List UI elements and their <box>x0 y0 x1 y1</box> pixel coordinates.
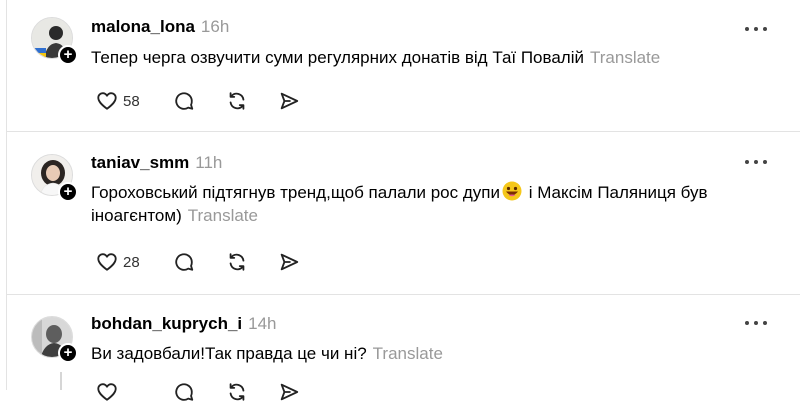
like-button[interactable]: 28 <box>96 250 140 274</box>
username[interactable]: malona_lona 16h <box>91 17 229 37</box>
repost-icon <box>229 253 245 271</box>
share-icon <box>280 253 299 271</box>
repost-button[interactable] <box>226 89 248 113</box>
share-button[interactable] <box>278 89 300 113</box>
more-icon[interactable] <box>745 158 769 166</box>
share-button[interactable] <box>278 250 300 274</box>
comment-button[interactable] <box>173 380 195 404</box>
thread-line <box>60 372 62 390</box>
username[interactable]: taniav_smm 11h <box>91 153 222 173</box>
heart-icon <box>97 253 117 271</box>
like-count: 58 <box>123 92 140 110</box>
more-icon[interactable] <box>745 25 769 33</box>
post-text: Гороховський підтягнув тренд,щоб палали … <box>91 181 708 225</box>
like-button[interactable]: 58 <box>96 89 140 113</box>
comment-button[interactable] <box>173 89 195 113</box>
timestamp: 14h <box>248 314 277 333</box>
username[interactable]: bohdan_kuprych_i 14h <box>91 314 277 334</box>
comment-icon <box>175 383 194 401</box>
repost-button[interactable] <box>226 380 248 404</box>
follow-plus-icon[interactable]: + <box>58 343 78 363</box>
more-icon[interactable] <box>745 319 769 327</box>
share-icon <box>280 383 299 401</box>
translate-link[interactable]: Translate <box>590 48 660 67</box>
timestamp: 11h <box>195 153 223 172</box>
translate-link[interactable]: Translate <box>188 206 258 225</box>
translate-link[interactable]: Translate <box>373 344 443 363</box>
repost-icon <box>229 92 245 110</box>
follow-plus-icon[interactable]: + <box>58 182 78 202</box>
share-button[interactable] <box>278 380 300 404</box>
post-divider <box>7 131 800 132</box>
post-text: Тепер черга озвучити суми регулярних дон… <box>91 48 661 67</box>
share-icon <box>280 92 299 110</box>
comment-icon <box>175 92 194 110</box>
like-button[interactable] <box>96 380 118 404</box>
heart-icon <box>97 92 117 110</box>
post-divider <box>7 294 800 295</box>
timestamp: 16h <box>200 17 230 36</box>
comment-button[interactable] <box>173 250 195 274</box>
post-text: Ви задовбали!Так правда це чи ні? Transla… <box>91 344 443 363</box>
left-border <box>6 0 7 390</box>
heart-icon <box>97 383 117 401</box>
repost-button[interactable] <box>226 250 248 274</box>
repost-icon <box>229 383 245 401</box>
comment-icon <box>175 253 194 271</box>
like-count: 28 <box>123 253 140 271</box>
follow-plus-icon[interactable]: + <box>58 45 78 65</box>
grinning-face-emoji <box>502 181 522 201</box>
